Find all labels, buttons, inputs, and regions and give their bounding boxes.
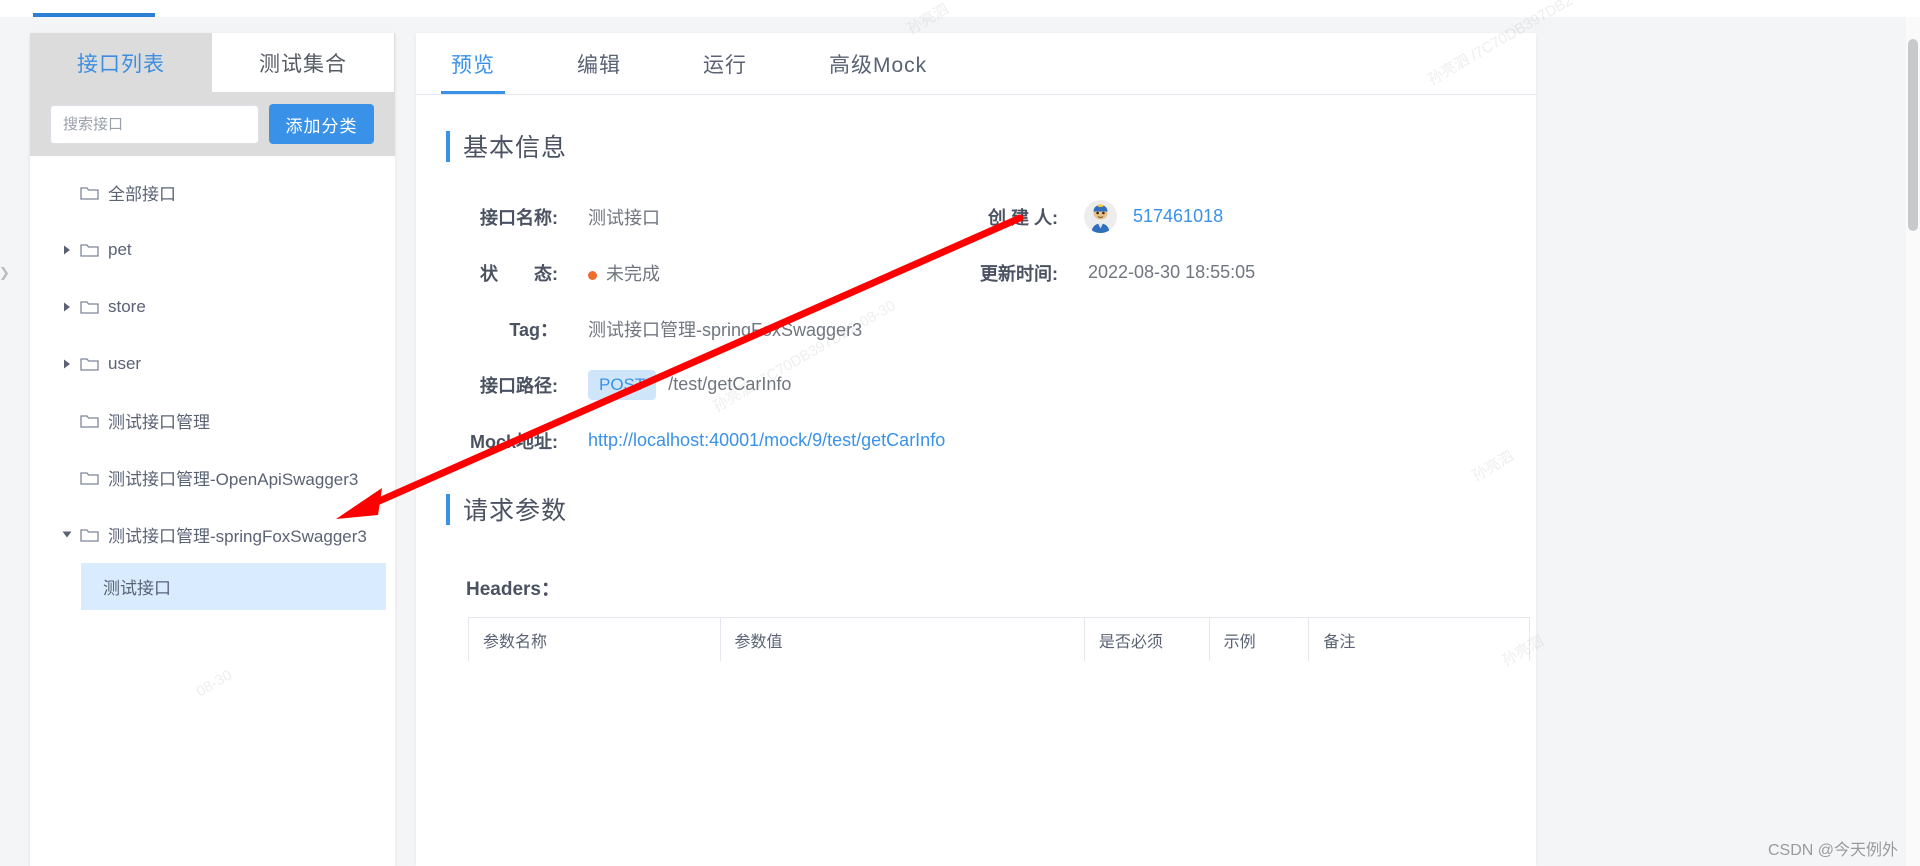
folder-icon — [80, 299, 99, 315]
interface-name-value: 测试接口 — [588, 207, 660, 228]
folder-icon — [80, 356, 99, 372]
tree-node-label: 测试接口管理 — [108, 413, 210, 432]
add-category-button[interactable]: 添加分类 — [269, 104, 374, 144]
tab-preview[interactable]: 预览 — [441, 33, 505, 94]
table-header-param-name: 参数名称 — [469, 618, 721, 661]
section-accent-bar — [446, 493, 450, 525]
tree-node-label: store — [108, 296, 146, 316]
search-input[interactable] — [50, 104, 259, 144]
main-body: 基本信息 接口名称: 测试接口 创 建 人: 517461018 状 态: 未完… — [416, 128, 1536, 661]
main-content-panel: 预览 编辑 运行 高级Mock 基本信息 接口名称: 测试接口 创 建 人: 5… — [416, 33, 1536, 866]
info-field-mock-address: Mock地址: http://localhost:40001/mock/9/te… — [446, 428, 946, 454]
tab-interface-list-label: 接口列表 — [77, 52, 165, 76]
status-label: 状 态: — [480, 263, 558, 284]
http-method-badge: POST — [588, 369, 657, 400]
path-label: 接口路径: — [480, 375, 558, 396]
chevron-down-icon[interactable] — [58, 526, 76, 544]
request-params-title-text: 请求参数 — [463, 497, 568, 525]
interface-tree: 全部接口 pet store user 测试接口管理 测试接口管理-OpenAp… — [30, 156, 395, 866]
app-top-strip — [0, 0, 1920, 17]
folder-icon — [80, 527, 99, 543]
tab-interface-list[interactable]: 接口列表 — [30, 33, 212, 92]
basic-info-grid: 接口名称: 测试接口 创 建 人: 517461018 状 态: 未完成 更新时… — [446, 200, 1446, 455]
info-field-status: 状 态: 未完成 — [446, 260, 946, 286]
info-field-updated-time: 更新时间: 2022-08-30 18:55:05 — [946, 260, 1446, 286]
tab-edit-label: 编辑 — [577, 53, 621, 77]
vertical-scrollbar-thumb[interactable] — [1908, 39, 1918, 231]
tab-advanced-mock-label: 高级Mock — [829, 53, 928, 77]
info-field-creator: 创 建 人: 517461018 — [946, 200, 1446, 233]
interface-name-label: 接口名称: — [480, 207, 558, 228]
table-header-param-value: 参数值 — [721, 618, 1085, 661]
info-row-name-and-creator: 接口名称: 测试接口 创 建 人: 517461018 — [446, 200, 1446, 233]
sidebar-search-bar: 添加分类 — [30, 92, 395, 156]
info-row-status-and-updated: 状 态: 未完成 更新时间: 2022-08-30 18:55:05 — [446, 258, 1446, 287]
info-field-tag: Tag： 测试接口管理-springFoxSwagger3 — [446, 316, 946, 342]
info-field-interface-name: 接口名称: 测试接口 — [446, 204, 946, 230]
mock-address-label: Mock地址: — [469, 431, 558, 452]
updated-time-label: 更新时间: — [980, 263, 1058, 284]
csdn-credit: CSDN @今天例外 — [1767, 842, 1898, 859]
table-header-remark: 备注 — [1323, 633, 1356, 651]
status-value: 未完成 — [606, 263, 660, 284]
sidebar-collapse-handle[interactable]: ❯ — [0, 255, 10, 291]
folder-icon — [80, 470, 99, 486]
sidebar-tab-bar: 接口列表 测试集合 — [30, 33, 395, 92]
tree-node-label: 全部接口 — [108, 185, 176, 204]
path-value: /test/getCarInfo — [668, 374, 792, 394]
avatar — [1084, 200, 1117, 233]
info-field-path: 接口路径: POST /test/getCarInfo — [446, 369, 946, 400]
main-tab-bar: 预览 编辑 运行 高级Mock — [416, 33, 1536, 95]
tree-node-label: user — [108, 353, 142, 373]
status-badge: 未完成 — [588, 260, 660, 286]
tree-node-user[interactable]: user — [30, 335, 395, 392]
basic-info-section-title: 基本信息 — [446, 128, 1536, 164]
vertical-scrollbar-track[interactable] — [1906, 17, 1920, 866]
tab-run-label: 运行 — [703, 53, 747, 77]
tree-node-label: 测试接口管理-springFoxSwagger3 — [108, 527, 367, 546]
headers-table: 参数名称 参数值 是否必须 示例 备注 — [468, 617, 1530, 661]
tag-label: Tag： — [509, 319, 558, 340]
creator-value[interactable]: 517461018 — [1133, 206, 1223, 227]
sidebar-panel: 接口列表 测试集合 添加分类 全部接口 pet — [30, 33, 395, 866]
tab-advanced-mock[interactable]: 高级Mock — [819, 33, 937, 94]
active-app-tab-underline — [33, 13, 155, 17]
tag-value: 测试接口管理-springFoxSwagger3 — [588, 319, 863, 340]
tree-node-openapi-swagger3[interactable]: 测试接口管理-OpenApiSwagger3 — [30, 449, 395, 506]
table-header-example: 示例 — [1210, 618, 1310, 661]
info-row-tag: Tag： 测试接口管理-springFoxSwagger3 — [446, 314, 1446, 343]
tree-node-pet[interactable]: pet — [30, 221, 395, 278]
tree-node-label: pet — [108, 239, 132, 259]
table-header-required: 是否必须 — [1085, 618, 1210, 661]
tab-run[interactable]: 运行 — [693, 33, 757, 94]
info-row-path: 接口路径: POST /test/getCarInfo — [446, 369, 1446, 400]
tree-child-label: 测试接口 — [103, 579, 171, 598]
folder-icon — [80, 185, 99, 201]
status-dot-icon — [588, 270, 597, 280]
tree-node-test-interface-mgmt[interactable]: 测试接口管理 — [30, 392, 395, 449]
chevron-right-icon[interactable] — [58, 298, 76, 316]
folder-icon — [80, 413, 99, 429]
folder-icon — [80, 242, 99, 258]
creator-label: 创 建 人: — [988, 207, 1058, 228]
chevron-right-icon[interactable] — [58, 241, 76, 259]
chevron-right-icon[interactable] — [58, 355, 76, 373]
tree-node-springfox-swagger3[interactable]: 测试接口管理-springFoxSwagger3 — [30, 506, 395, 563]
tree-node-store[interactable]: store — [30, 278, 395, 335]
tree-child-test-interface[interactable]: 测试接口 — [81, 563, 386, 610]
tab-test-collection-label: 测试集合 — [259, 52, 347, 76]
section-accent-bar — [446, 130, 450, 162]
tab-preview-label: 预览 — [451, 53, 495, 77]
headers-label: Headers： — [466, 579, 560, 600]
mock-address-link[interactable]: http://localhost:40001/mock/9/test/getCa… — [588, 430, 945, 451]
tab-test-collection[interactable]: 测试集合 — [212, 33, 394, 92]
request-params-section-title: 请求参数 — [446, 491, 1536, 527]
info-row-mock-address: Mock地址: http://localhost:40001/mock/9/te… — [446, 426, 1446, 455]
tab-edit[interactable]: 编辑 — [567, 33, 631, 94]
updated-time-value: 2022-08-30 18:55:05 — [1088, 262, 1256, 282]
basic-info-title-text: 基本信息 — [463, 134, 568, 162]
tree-node-all-interfaces[interactable]: 全部接口 — [30, 164, 395, 221]
tree-node-label: 测试接口管理-OpenApiSwagger3 — [108, 470, 359, 489]
